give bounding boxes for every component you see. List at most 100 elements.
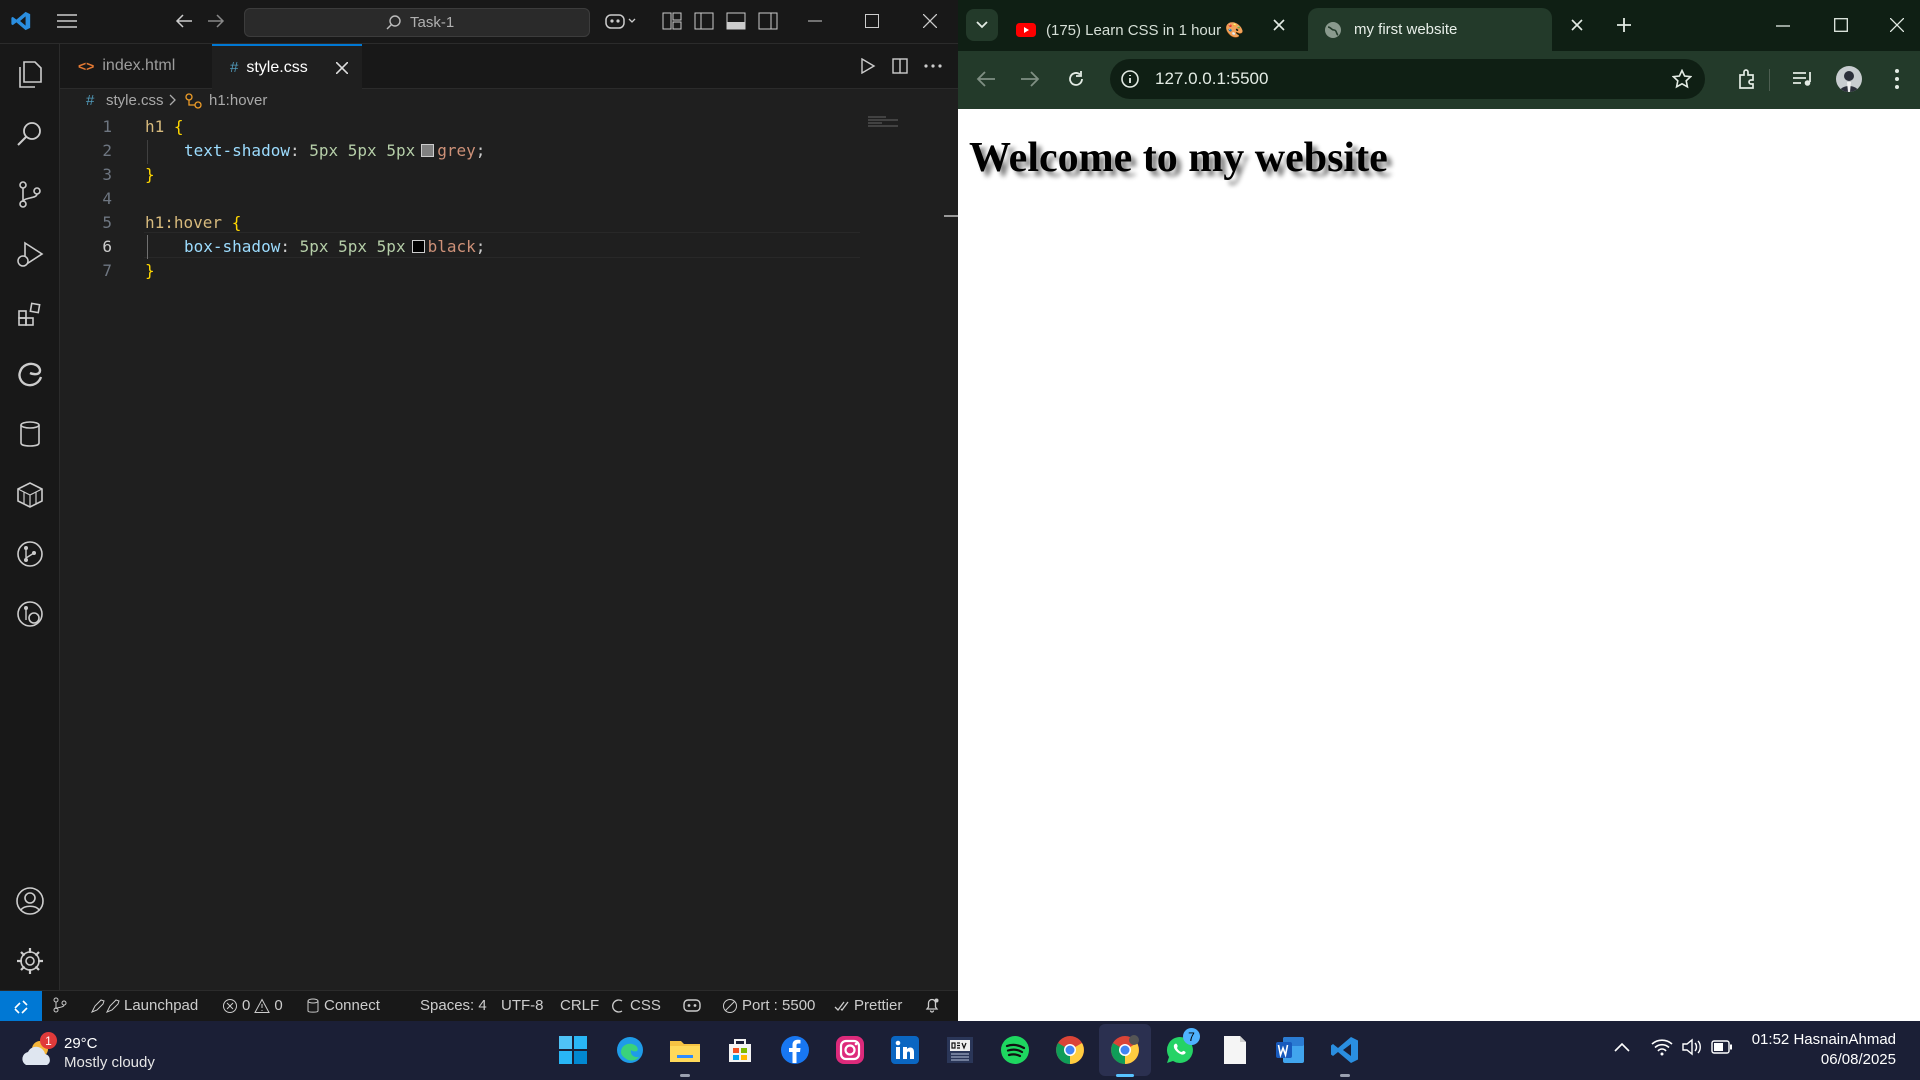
- split-editor-icon[interactable]: [892, 58, 908, 74]
- customize-layout-icon[interactable]: [662, 12, 682, 30]
- code-editor[interactable]: 1 h1 { 2 text-shadow: 5px 5px 5px grey; 3…: [60, 114, 860, 714]
- start-button[interactable]: [554, 1031, 592, 1069]
- git-branch-icon: [53, 997, 67, 1013]
- back-arrow-icon[interactable]: [174, 12, 194, 30]
- breadcrumb-symbol[interactable]: h1:hover: [209, 92, 267, 109]
- line-number: 1: [102, 117, 112, 136]
- back-arrow-icon[interactable]: [976, 70, 996, 88]
- maximize-icon[interactable]: [1834, 18, 1848, 32]
- minimize-icon[interactable]: [808, 20, 822, 22]
- git-status-item[interactable]: [52, 997, 68, 1013]
- instagram-taskbar-icon[interactable]: [831, 1031, 869, 1069]
- launchpad-item[interactable]: Launchpad: [90, 997, 198, 1014]
- language-mode-item[interactable]: CSS: [612, 997, 661, 1014]
- tab-index-html[interactable]: <> index.html: [60, 44, 210, 88]
- explorer-icon[interactable]: [15, 59, 45, 89]
- eol-item[interactable]: CRLF: [560, 997, 599, 1014]
- minimize-icon[interactable]: [1776, 25, 1790, 27]
- notifications-bell-icon[interactable]: [924, 997, 940, 1013]
- settings-gear-icon[interactable]: [15, 946, 45, 976]
- database-icon[interactable]: [15, 419, 45, 449]
- close-tab-icon[interactable]: [1571, 19, 1583, 31]
- remote-button[interactable]: [0, 991, 42, 1022]
- accounts-icon[interactable]: [15, 886, 45, 916]
- css-color-name: grey: [437, 141, 476, 160]
- css-property: box-shadow: [184, 237, 281, 256]
- copilot-status-icon[interactable]: [682, 997, 702, 1013]
- page-heading[interactable]: Welcome to my website: [969, 134, 1388, 182]
- chrome-tab-youtube[interactable]: (175) Learn CSS in 1 hour 🎨 - Y: [1016, 8, 1256, 51]
- launchpad-label: Launchpad: [124, 997, 199, 1014]
- spotify-taskbar-icon[interactable]: [996, 1031, 1034, 1069]
- run-icon[interactable]: [860, 58, 876, 74]
- devto-taskbar-icon[interactable]: [941, 1031, 979, 1069]
- show-hidden-icons-chevron-icon[interactable]: [1614, 1042, 1630, 1052]
- clock-area[interactable]: 01:52 HasnainAhmad 06/08/2025: [1740, 1029, 1900, 1071]
- css-selector: h1: [145, 117, 165, 136]
- chrome-tab-my-first-website[interactable]: my first website: [1308, 8, 1552, 51]
- edge-taskbar-icon[interactable]: [611, 1031, 649, 1069]
- problems-item[interactable]: 0 0: [222, 997, 283, 1014]
- maximize-icon[interactable]: [865, 14, 879, 28]
- chrome-profile-taskbar-icon[interactable]: [1106, 1031, 1144, 1069]
- extensions-icon[interactable]: [15, 299, 45, 329]
- active-indicator: [1116, 1074, 1134, 1077]
- site-info-icon[interactable]: [1120, 69, 1140, 89]
- tab-search-button[interactable]: [966, 9, 998, 41]
- containers-icon[interactable]: [15, 479, 45, 509]
- color-swatch[interactable]: [421, 144, 435, 157]
- media-controls-icon[interactable]: [1792, 69, 1814, 89]
- toggle-primary-sidebar-icon[interactable]: [694, 12, 714, 30]
- forward-arrow-icon[interactable]: [206, 12, 226, 30]
- new-tab-icon[interactable]: [1616, 17, 1632, 33]
- volume-icon[interactable]: [1681, 1038, 1703, 1056]
- prettier-item[interactable]: Prettier: [834, 997, 902, 1014]
- close-tab-icon[interactable]: [1273, 19, 1285, 31]
- menu-icon[interactable]: [56, 12, 78, 30]
- scrollbar-marker[interactable]: [944, 215, 958, 217]
- reload-icon[interactable]: [1066, 69, 1086, 89]
- battery-icon[interactable]: [1711, 1040, 1733, 1054]
- edge-devtools-icon[interactable]: [15, 359, 45, 389]
- breadcrumb-file[interactable]: style.css: [106, 92, 164, 109]
- globe-icon: [1324, 21, 1342, 39]
- forward-arrow-icon[interactable]: [1020, 70, 1040, 88]
- close-window-icon[interactable]: [923, 14, 937, 28]
- color-swatch[interactable]: [411, 240, 425, 253]
- facebook-taskbar-icon[interactable]: [776, 1031, 814, 1069]
- tab-style-css[interactable]: # style.css: [212, 44, 362, 89]
- run-debug-icon[interactable]: [15, 239, 45, 269]
- gitlens-icon[interactable]: [15, 599, 45, 629]
- bookmark-star-icon[interactable]: [1672, 69, 1692, 89]
- linkedin-taskbar-icon[interactable]: [886, 1031, 924, 1069]
- close-window-icon[interactable]: [1890, 18, 1904, 32]
- source-control-icon[interactable]: [15, 179, 45, 209]
- file-explorer-taskbar-icon[interactable]: [666, 1031, 704, 1069]
- address-bar[interactable]: 127.0.0.1:5500: [1110, 59, 1705, 99]
- weather-widget[interactable]: 1 29°C Mostly cloudy: [18, 1031, 188, 1073]
- notepad-taskbar-icon[interactable]: [1216, 1031, 1254, 1069]
- more-actions-icon[interactable]: [924, 64, 942, 68]
- profile-avatar[interactable]: [1836, 66, 1862, 92]
- command-center-search[interactable]: Task-1: [244, 8, 590, 37]
- vscode-taskbar-icon[interactable]: [1326, 1031, 1364, 1069]
- live-server-port-item[interactable]: Port : 5500: [722, 997, 815, 1014]
- indentation-item[interactable]: Spaces: 4: [420, 997, 487, 1014]
- search-view-icon[interactable]: [15, 119, 45, 149]
- encoding-item[interactable]: UTF-8: [501, 997, 544, 1014]
- minimap[interactable]: [866, 114, 906, 130]
- git-graph-icon[interactable]: [15, 539, 45, 569]
- chrome-taskbar-icon[interactable]: [1051, 1031, 1089, 1069]
- copilot-icon[interactable]: [604, 11, 638, 31]
- connect-item[interactable]: Connect: [306, 997, 380, 1014]
- close-tab-icon[interactable]: [335, 61, 348, 74]
- chrome-menu-icon[interactable]: [1894, 68, 1900, 90]
- toggle-secondary-sidebar-icon[interactable]: [758, 12, 778, 30]
- extensions-puzzle-icon[interactable]: [1736, 68, 1758, 90]
- store-taskbar-icon[interactable]: [721, 1031, 759, 1069]
- wifi-icon[interactable]: [1651, 1038, 1673, 1056]
- language-label: CSS: [630, 997, 661, 1014]
- word-taskbar-icon[interactable]: [1271, 1031, 1309, 1069]
- running-indicator: [680, 1074, 690, 1077]
- toggle-panel-icon[interactable]: [726, 12, 746, 30]
